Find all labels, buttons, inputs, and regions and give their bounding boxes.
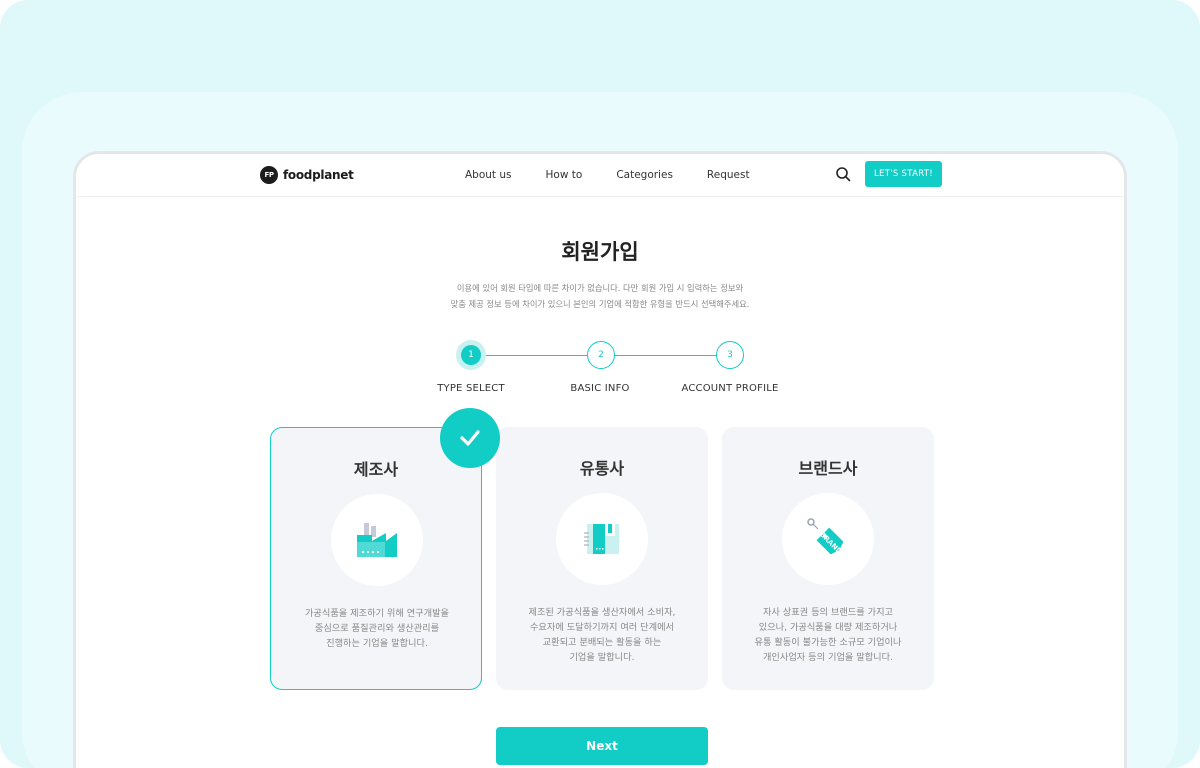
selected-check-icon (440, 408, 500, 468)
card-title: 브랜드사 (798, 459, 858, 478)
step-connector-2 (615, 355, 716, 356)
lets-start-button[interactable]: LET'S START! (865, 161, 942, 187)
card-desc-line: 교환되고 분배되는 활동을 하는 (542, 637, 662, 648)
next-button[interactable]: Next (496, 727, 708, 765)
step-connector-1 (471, 355, 601, 356)
card-desc-line: 수요자에 도달하기까지 여러 단계에서 (529, 622, 674, 633)
step-1-circle[interactable]: 1 (461, 345, 481, 365)
page-description: 이용에 있어 회원 타입에 따른 차이가 없습니다. 다만 회원 가입 시 입력… (76, 280, 1124, 312)
card-desc-line: 중심으로 품질관리와 생산관리를 (314, 623, 440, 634)
card-desc-line: 제조된 가공식품을 생산자에서 소비자, (528, 607, 676, 618)
logo-text: foodplanet (283, 168, 354, 182)
brand-tag-icon: BRAND (782, 493, 874, 585)
nav-item-request[interactable]: Request (707, 169, 750, 181)
page-title: 회원가입 (561, 240, 639, 264)
card-desc-line: 있으나, 가공식품을 대량 제조하거나 (758, 622, 898, 633)
card-description: 자사 상표권 등의 브랜드를 가지고 있으나, 가공식품을 대량 제조하거나 유… (734, 605, 922, 665)
step-2-circle[interactable]: 2 (587, 341, 615, 369)
logo[interactable]: FP foodplanet (260, 166, 354, 184)
factory-icon (331, 494, 423, 586)
type-card-manufacturer[interactable]: 제조사 가공식품을 제조하기 위해 연구개발을 중심으로 품질관리와 생산관리를… (270, 427, 482, 690)
description-line-1: 이용에 있어 회원 타입에 따른 차이가 없습니다. 다만 회원 가입 시 입력… (456, 283, 744, 293)
nav-item-how-to[interactable]: How to (546, 169, 583, 181)
card-title: 유통사 (579, 459, 625, 478)
browser-window: FP foodplanet About us How to Categories… (73, 151, 1127, 768)
top-nav: FP foodplanet About us How to Categories… (76, 154, 1124, 197)
nav-item-categories[interactable]: Categories (616, 169, 673, 181)
step-3-circle[interactable]: 3 (716, 341, 744, 369)
card-desc-line: 유통 활동이 불가능한 소규모 기업이나 (754, 637, 902, 648)
step-1-label: TYPE SELECT (437, 383, 505, 394)
type-card-brand[interactable]: 브랜드사 BRAND 자사 상표권 등의 브랜드를 가지고 있으나, 가공식품을… (722, 427, 934, 690)
logo-mark: FP (260, 166, 278, 184)
step-3-label: ACCOUNT PROFILE (681, 383, 779, 394)
card-desc-line: 개인사업자 등의 기업을 말합니다. (762, 652, 894, 663)
card-desc-line: 진행하는 기업을 말합니다. (326, 638, 428, 649)
card-desc-line: 기업을 말합니다. (569, 652, 635, 663)
card-description: 가공식품을 제조하기 위해 연구개발을 중심으로 품질관리와 생산관리를 진행하… (283, 606, 471, 651)
nav-item-about-us[interactable]: About us (465, 169, 512, 181)
search-icon[interactable] (835, 166, 851, 182)
card-description: 제조된 가공식품을 생산자에서 소비자, 수요자에 도달하기까지 여러 단계에서… (508, 605, 696, 665)
description-line-2: 맞춤 제공 정보 등에 차이가 있으니 본인의 기업에 적합한 유형을 반드시 … (450, 299, 750, 309)
card-desc-line: 자사 상표권 등의 브랜드를 가지고 (762, 607, 894, 618)
type-card-distributor[interactable]: 유통사 제조된 가공식품을 생산자에서 소비자, 수요자에 도달하기까지 여러 … (496, 427, 708, 690)
box-icon (556, 493, 648, 585)
nav-menu: About us How to Categories Request (465, 169, 784, 181)
step-2-label: BASIC INFO (570, 383, 630, 394)
card-desc-line: 가공식품을 제조하기 위해 연구개발을 (304, 608, 449, 619)
